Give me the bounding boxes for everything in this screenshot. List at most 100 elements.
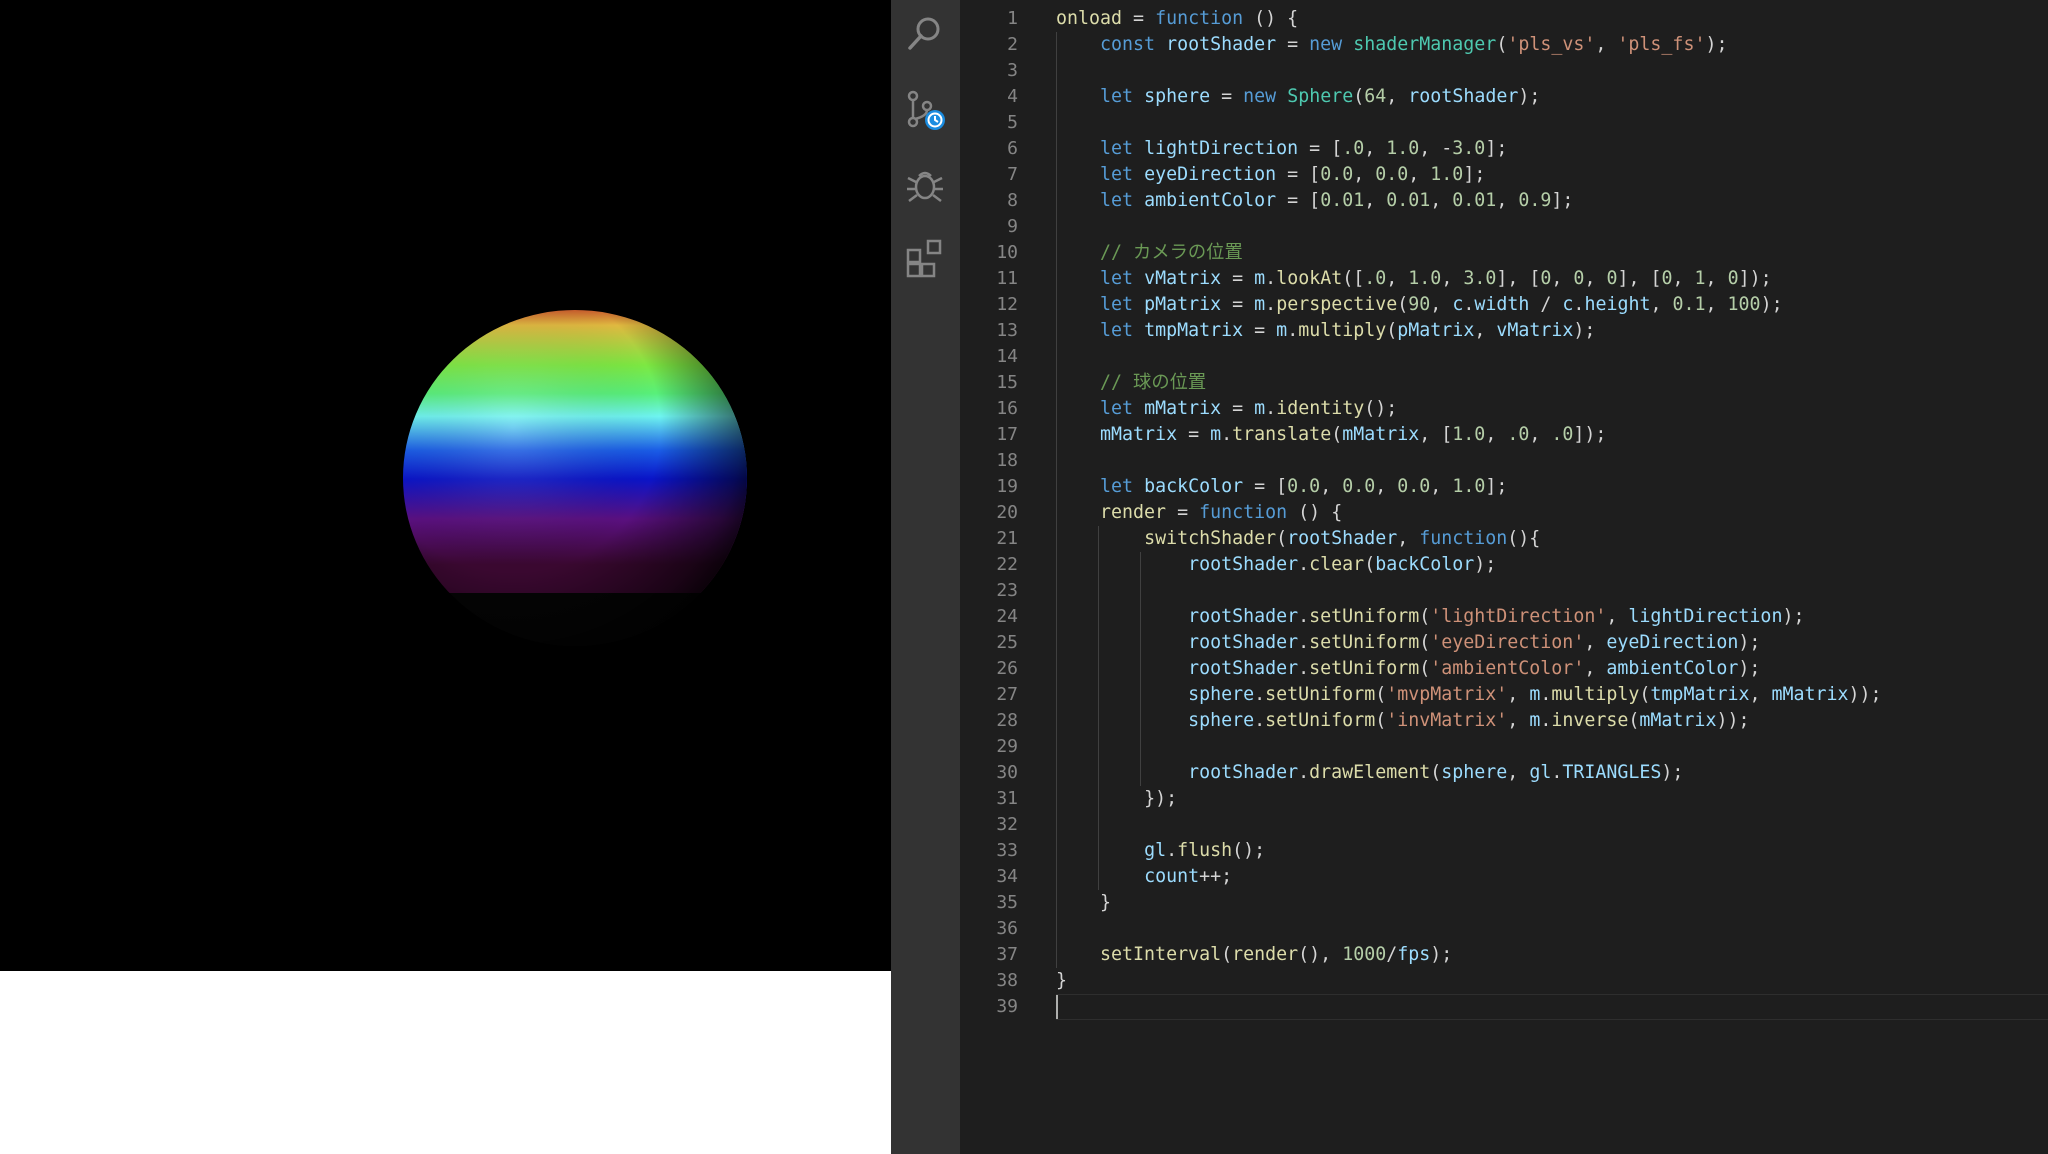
code-line[interactable]: 3 xyxy=(960,58,2048,84)
code-line[interactable]: 25 rootShader.setUniform('eyeDirection',… xyxy=(960,630,2048,656)
code-line[interactable]: 37 setInterval(render(), 1000/fps); xyxy=(960,942,2048,968)
code-token: = xyxy=(1221,294,1255,315)
code-token: 0.01 xyxy=(1320,190,1365,211)
webgl-canvas[interactable] xyxy=(0,0,891,971)
code-token: 0.01 xyxy=(1386,190,1431,211)
code-line[interactable]: 21 switchShader(rootShader, function(){ xyxy=(960,526,2048,552)
code-line[interactable]: 7 let eyeDirection = [0.0, 0.0, 1.0]; xyxy=(960,162,2048,188)
code-token: ); xyxy=(1705,34,1728,55)
line-number: 13 xyxy=(996,320,1018,341)
code-line[interactable]: 6 let lightDirection = [.0, 1.0, -3.0]; xyxy=(960,136,2048,162)
code-line[interactable]: 17 mMatrix = m.translate(mMatrix, [1.0, … xyxy=(960,422,2048,448)
code-line[interactable]: 28 sphere.setUniform('invMatrix', m.inve… xyxy=(960,708,2048,734)
code-line[interactable]: 31 }); xyxy=(960,786,2048,812)
code-line[interactable]: 27 sphere.setUniform('mvpMatrix', m.mult… xyxy=(960,682,2048,708)
code-line[interactable]: 32 xyxy=(960,812,2048,838)
line-number: 24 xyxy=(996,606,1018,627)
code-token: vMatrix xyxy=(1496,320,1574,341)
code-line[interactable]: 2 const rootShader = new shaderManager('… xyxy=(960,32,2048,58)
code-token: setUniform xyxy=(1309,658,1420,679)
search-icon[interactable] xyxy=(903,12,947,56)
code-line[interactable]: 18 xyxy=(960,448,2048,474)
code-editor[interactable]: 1 onload = function () {2 const rootShade… xyxy=(960,0,2048,1154)
line-number: 10 xyxy=(996,242,1018,263)
code-line[interactable]: 26 rootShader.setUniform('ambientColor',… xyxy=(960,656,2048,682)
code-line[interactable]: 19 let backColor = [0.0, 0.0, 0.0, 1.0]; xyxy=(960,474,2048,500)
code-line[interactable]: 24 rootShader.setUniform('lightDirection… xyxy=(960,604,2048,630)
code-line[interactable]: 15 // 球の位置 xyxy=(960,370,2048,396)
code-text: sphere.setUniform('mvpMatrix', m.multipl… xyxy=(1056,682,1882,708)
code-line[interactable]: 35 } xyxy=(960,890,2048,916)
line-number: 23 xyxy=(996,580,1018,601)
code-token: mMatrix xyxy=(1639,710,1717,731)
code-line[interactable]: 10 // カメラの位置 xyxy=(960,240,2048,266)
code-line[interactable]: 13 let tmpMatrix = m.multiply(pMatrix, v… xyxy=(960,318,2048,344)
code-line[interactable]: 23 xyxy=(960,578,2048,604)
code-line[interactable]: 14 xyxy=(960,344,2048,370)
extensions-icon[interactable] xyxy=(903,236,947,280)
code-token: function xyxy=(1199,502,1288,523)
code-token: 'mvpMatrix' xyxy=(1386,684,1508,705)
code-token: , xyxy=(1375,476,1398,497)
code-token: ( xyxy=(1419,658,1431,679)
code-line[interactable]: 36 xyxy=(960,916,2048,942)
code-token: Sphere xyxy=(1287,86,1354,107)
code-token: 3.0 xyxy=(1452,138,1486,159)
code-line[interactable]: 12 let pMatrix = m.perspective(90, c.wid… xyxy=(960,292,2048,318)
code-text: setInterval(render(), 1000/fps); xyxy=(1056,942,1452,968)
code-line[interactable]: 22 rootShader.clear(backColor); xyxy=(960,552,2048,578)
code-line[interactable]: 5 xyxy=(960,110,2048,136)
code-token: flush xyxy=(1177,840,1233,861)
code-token: sphere xyxy=(1188,710,1255,731)
code-line[interactable]: 8 let ambientColor = [0.01, 0.01, 0.01, … xyxy=(960,188,2048,214)
code-text: rootShader.setUniform('ambientColor', am… xyxy=(1056,656,1760,682)
code-token: 1.0 xyxy=(1386,138,1420,159)
code-token: , xyxy=(1749,684,1772,705)
code-token: , - xyxy=(1419,138,1453,159)
code-token: count xyxy=(1144,866,1200,887)
line-number: 34 xyxy=(996,866,1018,887)
code-line[interactable]: 4 let sphere = new Sphere(64, rootShader… xyxy=(960,84,2048,110)
code-token: . xyxy=(1265,398,1277,419)
code-line[interactable]: 20 render = function () { xyxy=(960,500,2048,526)
code-token: )); xyxy=(1716,710,1750,731)
code-line[interactable]: 16 let mMatrix = m.identity(); xyxy=(960,396,2048,422)
code-line[interactable]: 9 xyxy=(960,214,2048,240)
code-token: , xyxy=(1474,320,1497,341)
code-token: pMatrix xyxy=(1144,294,1222,315)
code-token: , xyxy=(1551,268,1574,289)
code-token: , xyxy=(1606,606,1629,627)
code-token: m xyxy=(1276,320,1288,341)
code-token: 1 xyxy=(1694,268,1706,289)
code-line[interactable]: 11 let vMatrix = m.lookAt([.0, 1.0, 3.0]… xyxy=(960,266,2048,292)
code-line[interactable]: 1 onload = function () { xyxy=(960,6,2048,32)
code-line[interactable]: 33 gl.flush(); xyxy=(960,838,2048,864)
code-line[interactable]: 29 xyxy=(960,734,2048,760)
source-control-icon[interactable] xyxy=(903,88,947,132)
code-token: ( xyxy=(1496,34,1508,55)
code-text: let mMatrix = m.identity(); xyxy=(1056,396,1397,422)
code-line[interactable]: 38} xyxy=(960,968,2048,994)
code-token: rootShader xyxy=(1188,554,1299,575)
code-token: let xyxy=(1100,190,1134,211)
code-line[interactable]: 30 rootShader.drawElement(sphere, gl.TRI… xyxy=(960,760,2048,786)
code-line[interactable]: 39 xyxy=(960,994,2048,1020)
code-token: let xyxy=(1100,268,1134,289)
line-number: 7 xyxy=(1007,164,1018,185)
code-line[interactable]: 34 count++; xyxy=(960,864,2048,890)
line-number: 26 xyxy=(996,658,1018,679)
code-token: ], [ xyxy=(1496,268,1541,289)
line-number: 19 xyxy=(996,476,1018,497)
code-text: switchShader(rootShader, function(){ xyxy=(1056,526,1540,552)
code-text: count++; xyxy=(1056,864,1232,890)
code-token: vMatrix xyxy=(1144,268,1222,289)
debug-icon[interactable] xyxy=(903,162,947,206)
code-token: const xyxy=(1100,34,1156,55)
